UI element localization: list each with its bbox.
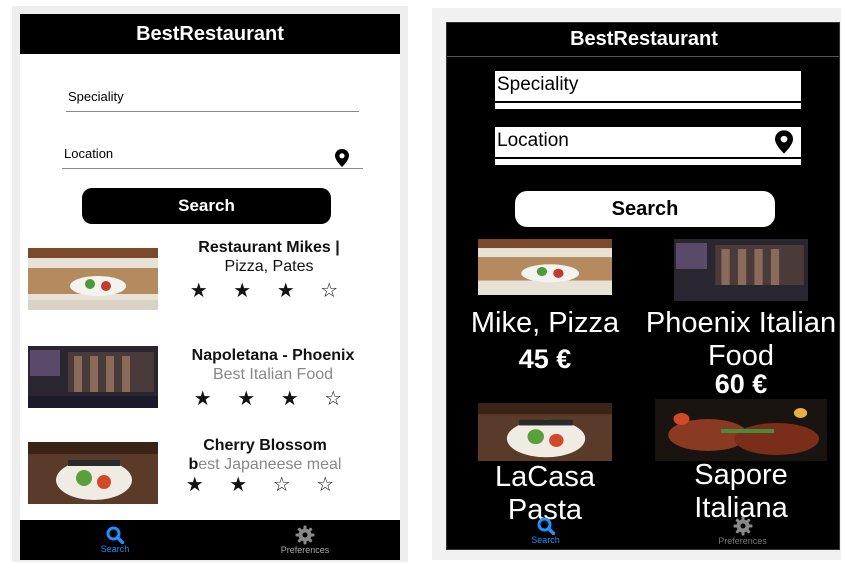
list-item[interactable]: Restaurant Mikes | Pizza, Pates ★ ★ ★ ☆ [20,236,400,326]
bottom-tab-bar: Search Preferences [447,513,839,549]
location-pin-icon[interactable] [335,149,349,167]
restaurant-description: Best Italian Food [212,366,334,383]
speciality-label: Speciality [497,74,579,95]
speciality-label: Speciality [68,89,124,104]
restaurant-card[interactable]: Phoenix Italian Food 60 € [643,239,839,399]
restaurant-thumbnail [478,403,612,461]
app-title: BestRestaurant [20,14,400,54]
restaurant-card[interactable]: Mike, Pizza 45 € [447,239,643,374]
restaurant-name: Napoletana - Phoenix [191,347,355,364]
search-icon [537,517,555,535]
restaurant-thumbnail [674,239,808,301]
result-info: Restaurant Mikes | Pizza, Pates ★ ★ ★ ☆ [158,238,380,301]
gear-icon [295,525,315,545]
tab-search[interactable]: Search [20,520,210,560]
speciality-input[interactable]: Speciality [495,71,801,109]
description-text: est Japaneese meal [198,456,342,473]
list-item[interactable]: Cherry Blossom best Japaneese meal ★ ★ ☆… [20,434,400,524]
location-input[interactable]: Location [62,139,363,169]
rating-stars: ★ ★ ★ ☆ [193,388,353,410]
light-theme-mockup: BestRestaurant Speciality Location Searc… [12,6,408,562]
tab-preferences-label: Preferences [280,545,330,555]
result-info: Napoletana - Phoenix Best Italian Food ★… [162,346,384,409]
rating-stars: ★ ★ ☆ ☆ [185,474,345,496]
restaurant-description: Pizza, Pates [224,258,314,275]
restaurant-name: Cherry Blossom [203,437,327,454]
tab-preferences[interactable]: Preferences [210,520,400,560]
search-button[interactable]: Search [82,188,331,224]
light-screen: BestRestaurant Speciality Location Searc… [20,14,400,560]
tab-preferences-label: Preferences [718,536,767,546]
restaurant-name: Restaurant Mikes | [198,239,340,256]
speciality-input[interactable]: Speciality [66,82,359,112]
restaurant-description: best Japaneese meal [154,455,376,474]
restaurant-thumbnail [28,442,158,504]
dark-screen: BestRestaurant Speciality Location Searc… [446,22,840,550]
description-prefix: b [188,456,199,473]
restaurant-name: Phoenix Italian Food [645,307,837,372]
location-input[interactable]: Location [495,127,801,165]
search-icon [106,526,124,544]
restaurant-thumbnail [478,239,612,295]
location-label: Location [64,146,114,161]
bottom-tab-bar: Search Preferences [20,520,400,560]
tab-preferences[interactable]: Preferences [644,513,839,549]
restaurant-price: 60 € [714,369,768,399]
restaurant-price: 45 € [518,344,572,374]
list-item[interactable]: Napoletana - Phoenix Best Italian Food ★… [20,338,400,428]
restaurant-thumbnail [28,248,158,310]
location-pin-icon[interactable] [775,130,793,154]
tab-search[interactable]: Search [447,513,644,549]
restaurant-card[interactable]: LaCasa Pasta [447,403,643,527]
restaurant-thumbnail [28,346,158,408]
search-button[interactable]: Search [515,191,775,227]
rating-stars: ★ ★ ★ ☆ [189,280,349,302]
tab-search-label: Search [100,544,130,554]
restaurant-name: Mike, Pizza [470,307,620,339]
dark-theme-mockup: BestRestaurant Speciality Location Searc… [432,8,841,560]
location-label: Location [497,130,569,151]
tab-search-label: Search [531,535,560,545]
restaurant-card[interactable]: Sapore Italiana [643,399,839,525]
app-title: BestRestaurant [447,23,839,57]
restaurant-thumbnail [655,399,827,461]
result-info: Cherry Blossom best Japaneese meal ★ ★ ☆… [154,436,376,495]
gear-icon [733,516,752,536]
